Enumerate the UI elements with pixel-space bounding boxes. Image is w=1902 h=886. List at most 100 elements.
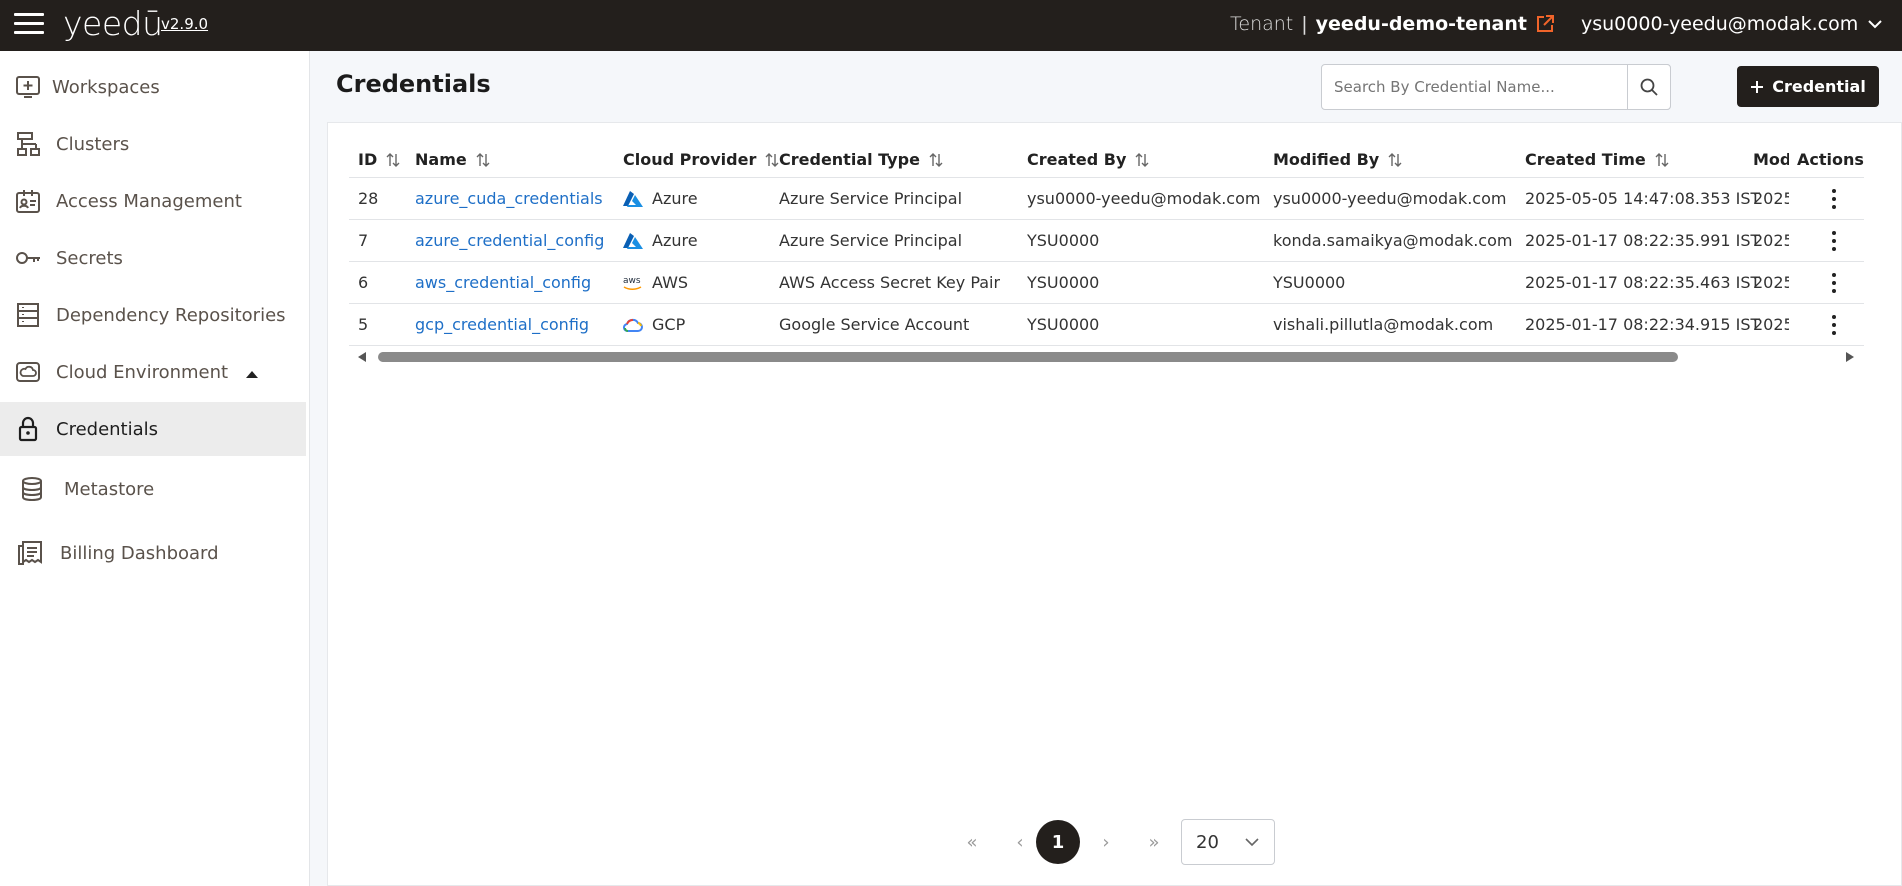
add-credential-button[interactable]: Credential	[1737, 66, 1879, 107]
cluster-network-icon	[17, 132, 40, 156]
table-row: 28 azure_cuda_credentials Azure Azure Se…	[349, 178, 1864, 220]
column-header-label: ID	[358, 150, 378, 169]
billing-icon	[18, 541, 42, 565]
cell-created-time: 2025-01-17 08:22:35.991 IST	[1525, 231, 1761, 250]
cell-credential-type: AWS Access Secret Key Pair	[779, 273, 1001, 292]
column-header-created-time[interactable]: Created Time	[1525, 150, 1670, 169]
horizontal-scrollbar[interactable]	[356, 350, 1856, 364]
top-bar: yeedū v2.9.0 Tenant | yeedu-demo-tenant …	[0, 0, 1902, 51]
sidebar-item-label: Clusters	[56, 133, 130, 155]
search-box	[1321, 64, 1671, 110]
cell-modified-by: ysu0000-yeedu@modak.com	[1273, 189, 1507, 208]
sidebar-item-clusters[interactable]: Clusters	[0, 117, 306, 171]
caret-up-icon[interactable]	[246, 370, 259, 378]
sort-icon[interactable]	[1387, 152, 1403, 168]
scroll-right-arrow-icon[interactable]	[1846, 352, 1854, 362]
cloud-icon	[16, 362, 40, 382]
table-row: 7 azure_credential_config Azure Azure Se…	[349, 220, 1864, 262]
column-header-actions: Actions	[1797, 150, 1864, 169]
page-size-select[interactable]: 20	[1181, 819, 1275, 865]
cell-name-link[interactable]: azure_cuda_credentials	[415, 189, 603, 208]
azure-icon	[623, 232, 643, 249]
cell-modified-by: konda.samaikya@modak.com	[1273, 231, 1513, 250]
sidebar-item-access-management[interactable]: Access Management	[0, 174, 306, 228]
cell-name-link[interactable]: aws_credential_config	[415, 273, 591, 292]
search-icon	[1640, 78, 1658, 96]
cell-provider: GCP	[622, 315, 685, 334]
tenant-name: yeedu-demo-tenant	[1315, 13, 1527, 35]
column-header-label: Created By	[1027, 150, 1127, 169]
user-menu[interactable]: ysu0000-yeedu@modak.com	[1581, 13, 1882, 35]
app-version[interactable]: v2.9.0	[161, 15, 208, 33]
cell-credential-type: Google Service Account	[779, 315, 970, 334]
sidebar-item-label: Access Management	[56, 190, 242, 212]
cell-id: 5	[358, 315, 369, 334]
sort-icon[interactable]	[1134, 152, 1150, 168]
cell-modified-time: 2025	[1753, 189, 1789, 208]
search-input[interactable]	[1322, 67, 1607, 107]
cell-credential-type: Azure Service Principal	[779, 231, 963, 250]
row-actions-kebab-icon[interactable]	[1824, 229, 1844, 253]
sidebar-item-billing-dashboard[interactable]: Billing Dashboard	[0, 526, 306, 580]
column-header-name[interactable]: Name	[415, 150, 491, 169]
sort-icon[interactable]	[475, 152, 491, 168]
hamburger-menu-icon[interactable]	[14, 13, 44, 37]
sidebar-item-label: Workspaces	[52, 76, 160, 98]
cell-name-link[interactable]: gcp_credential_config	[415, 315, 589, 334]
column-header-label: Created Time	[1525, 150, 1646, 169]
cell-created-time: 2025-01-17 08:22:34.915 IST	[1525, 315, 1761, 334]
sidebar-item-label-text: Cloud Environment	[56, 361, 229, 383]
provider-name: Azure	[652, 189, 698, 208]
cell-name-link[interactable]: azure_credential_config	[415, 231, 604, 250]
workspace-plus-icon	[16, 76, 40, 98]
user-email[interactable]: ysu0000-yeedu@modak.com	[1581, 13, 1858, 35]
column-header-label: Modified By	[1273, 150, 1380, 169]
cell-created-time: 2025-01-17 08:22:35.463 IST	[1525, 273, 1761, 292]
cell-modified-by: YSU0000	[1273, 273, 1346, 292]
app-logo[interactable]: yeedū	[63, 4, 163, 43]
sidebar-item-credentials[interactable]: Credentials	[0, 402, 306, 456]
column-header-id[interactable]: ID	[358, 150, 401, 169]
column-header-label: Name	[415, 150, 467, 169]
row-actions-kebab-icon[interactable]	[1824, 271, 1844, 295]
sidebar-item-secrets[interactable]: Secrets	[0, 231, 306, 285]
sort-icon[interactable]	[385, 152, 401, 168]
add-credential-label: Credential	[1772, 77, 1866, 96]
sort-icon[interactable]	[1654, 152, 1670, 168]
sort-icon[interactable]	[928, 152, 944, 168]
column-header-modified-by[interactable]: Modified By	[1273, 150, 1403, 169]
cell-modified-by: vishali.pillutla@modak.com	[1273, 315, 1494, 334]
azure-icon	[623, 190, 643, 207]
row-actions-kebab-icon[interactable]	[1824, 187, 1844, 211]
sidebar-item-dependency-repositories[interactable]: Dependency Repositories	[0, 288, 306, 342]
row-actions-kebab-icon[interactable]	[1824, 313, 1844, 337]
next-page-button[interactable]: ›	[1084, 820, 1128, 864]
sidebar-item-workspaces[interactable]: Workspaces	[0, 60, 306, 114]
search-button[interactable]	[1627, 64, 1671, 110]
cell-created-by: ysu0000-yeedu@modak.com	[1027, 189, 1261, 208]
sidebar-item-cloud-environment[interactable]: Cloud Environment	[0, 345, 306, 399]
last-page-button[interactable]: »	[1132, 820, 1176, 864]
chevron-down-icon	[1245, 838, 1259, 847]
plus-icon	[1751, 80, 1764, 93]
first-page-button[interactable]: «	[950, 820, 994, 864]
sort-icon[interactable]	[764, 152, 780, 168]
chevron-down-icon[interactable]	[1868, 19, 1882, 29]
column-header-cloud-provider[interactable]: Cloud Provider	[623, 150, 780, 169]
column-header-modified-time[interactable]: Mod	[1753, 150, 1789, 169]
column-header-label: Cloud Provider	[623, 150, 757, 169]
page-number-current[interactable]: 1	[1036, 820, 1080, 864]
cell-credential-type: Azure Service Principal	[779, 189, 963, 208]
scroll-left-arrow-icon[interactable]	[358, 352, 366, 362]
provider-name: GCP	[652, 315, 686, 334]
sidebar-item-metastore[interactable]: Metastore	[0, 462, 306, 516]
external-link-icon[interactable]	[1535, 14, 1555, 34]
column-header-created-by[interactable]: Created By	[1027, 150, 1150, 169]
column-header-credential-type[interactable]: Credential Type	[779, 150, 944, 169]
sidebar-item-label: Credentials	[56, 418, 159, 440]
sidebar-item-label: Metastore	[64, 478, 155, 500]
table-row: 5 gcp_credential_config GCP Google Servi…	[349, 304, 1864, 346]
cell-id: 6	[358, 273, 369, 292]
scrollbar-thumb[interactable]	[378, 352, 1678, 362]
sidebar-item-label: Dependency Repositories	[56, 304, 286, 326]
